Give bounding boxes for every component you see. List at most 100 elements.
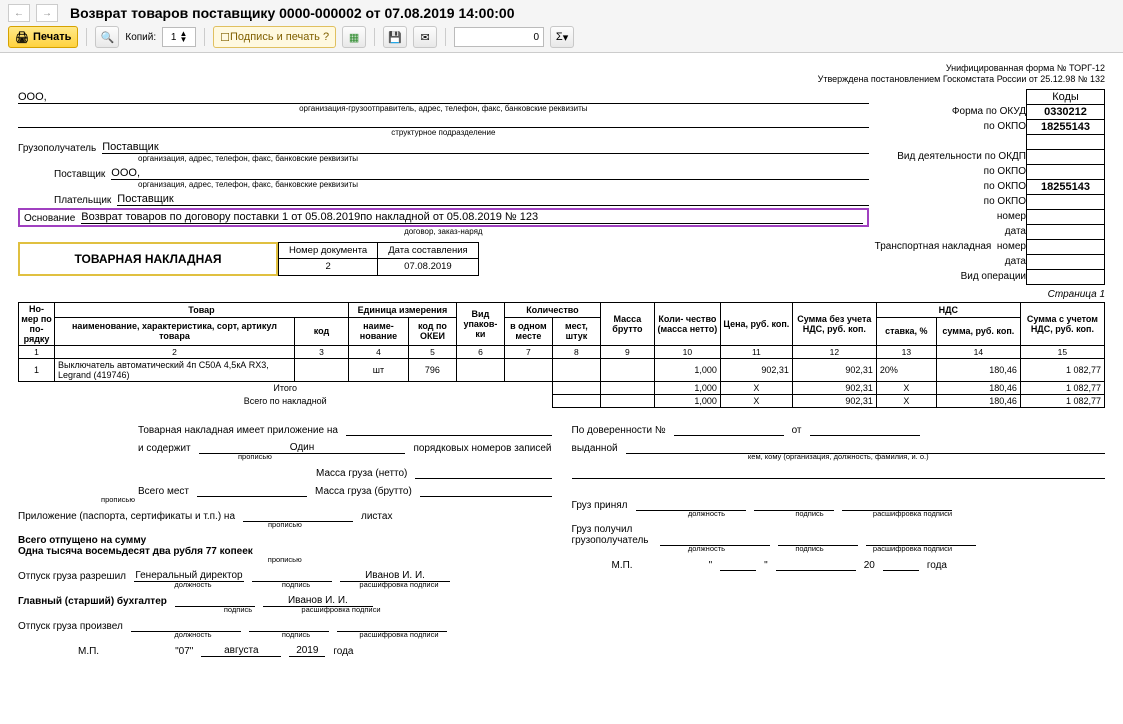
col-sums: Сумма с учетом НДС, руб. коп. bbox=[1020, 302, 1104, 345]
docnum-value: 2 bbox=[279, 259, 378, 276]
vsego-label: Всего по накладной bbox=[19, 394, 553, 407]
date-month: августа bbox=[201, 645, 281, 657]
podpis-5: подпись bbox=[770, 544, 850, 553]
gruz-label: Грузополучатель bbox=[18, 143, 102, 154]
gruz-sub: организация, адрес, телефон, факс, банко… bbox=[138, 154, 869, 163]
vid-oper-label: Вид операции bbox=[875, 269, 1027, 284]
codes-column: Коды Форма по ОКУД0330212 по ОКПО1825514… bbox=[875, 89, 1105, 285]
year20: 20 bbox=[864, 560, 875, 571]
okdp-label: Вид деятельности по ОКДП bbox=[875, 149, 1027, 164]
docnum-table: Номер документа Дата составления 2 07.08… bbox=[278, 242, 479, 276]
grid-button[interactable]: ▦ bbox=[342, 26, 366, 48]
col-kol-vm: в одном месте bbox=[504, 318, 552, 345]
podpis-2: подпись bbox=[198, 605, 278, 614]
copies-input[interactable]: 1▲▼ bbox=[162, 27, 196, 47]
col-ed-okei: код по ОКЕИ bbox=[408, 318, 456, 345]
podpis-4: подпись bbox=[770, 509, 850, 518]
pril-label: Товарная накладная имеет приложение на bbox=[138, 425, 338, 436]
date-header: Дата составления bbox=[378, 242, 478, 259]
col-kol: Количество bbox=[504, 302, 600, 318]
copies-label: Копий: bbox=[125, 32, 156, 43]
por-label: порядковых номеров записей bbox=[413, 443, 551, 454]
preview-button[interactable]: 🔍 bbox=[95, 26, 119, 48]
codes-header: Коды bbox=[1027, 89, 1105, 104]
okpo3-label: по ОКПО bbox=[875, 179, 1027, 194]
gruz-prinyal-label: Груз принял bbox=[572, 500, 628, 511]
okud-value: 0330212 bbox=[1027, 104, 1105, 119]
print-button[interactable]: 🖨Печать bbox=[8, 26, 78, 48]
org-value: ООО, bbox=[18, 91, 869, 104]
podpis-1: подпись bbox=[256, 580, 336, 589]
dolzh-2: должность bbox=[138, 630, 248, 639]
okpo4-label: по ОКПО bbox=[875, 194, 1027, 209]
doc-title-block: ТОВАРНАЯ НАКЛАДНАЯ bbox=[18, 242, 278, 276]
vydannoi-label: выданной bbox=[572, 443, 618, 454]
zero-field[interactable]: 0 bbox=[454, 27, 544, 47]
osn-value: Возврат товаров по договору поставки 1 о… bbox=[81, 211, 862, 224]
mp-left: М.П. bbox=[78, 646, 99, 657]
page-label: Страница 1 bbox=[18, 289, 1105, 300]
vsego-otp-label: Всего отпущено на сумму bbox=[18, 535, 552, 546]
trans-nakl-label: Транспортная накладная bbox=[875, 241, 992, 252]
col-nds: НДС bbox=[876, 302, 1020, 318]
sigma-button[interactable]: Σ▾ bbox=[550, 26, 574, 48]
col-cena: Цена, руб. коп. bbox=[720, 302, 792, 345]
rassh-1: расшифровка подписи bbox=[344, 580, 454, 589]
goda-2: года bbox=[927, 560, 947, 571]
document-title: Возврат товаров поставщику 0000-000002 о… bbox=[70, 5, 514, 21]
dolzh-1: должность bbox=[138, 580, 248, 589]
osnovanie-box: Основание Возврат товаров по договору по… bbox=[18, 208, 869, 227]
docnum-header: Номер документа bbox=[279, 242, 378, 259]
gl-buh-label: Главный (старший) бухгалтер bbox=[18, 596, 167, 607]
otp-proizvel-label: Отпуск груза произвел bbox=[18, 621, 123, 632]
document-body: Унифицированная форма № ТОРГ-12 Утвержде… bbox=[0, 53, 1123, 677]
col-kol-mest: мест, штук bbox=[552, 318, 600, 345]
okud-label: Форма по ОКУД bbox=[875, 104, 1027, 119]
col-tov-name: наименование, характеристика, сорт, арти… bbox=[54, 318, 294, 345]
gruz-value: Поставщик bbox=[102, 141, 868, 154]
sod-label: и содержит bbox=[138, 443, 191, 454]
goda-1: года bbox=[333, 646, 353, 657]
okpo2-label: по ОКПО bbox=[875, 164, 1027, 179]
sign-and-print-button[interactable]: ☐ Подпись и печать ? bbox=[213, 26, 336, 48]
plat-value: Поставщик bbox=[117, 193, 868, 206]
main-table: Но- мер по по- рядку Товар Единица измер… bbox=[18, 302, 1105, 408]
col-num: Но- мер по по- рядку bbox=[19, 302, 55, 345]
email-button[interactable]: ✉ bbox=[413, 26, 437, 48]
toolbar: ← → Возврат товаров поставщику 0000-0000… bbox=[0, 0, 1123, 53]
nav-forward-button[interactable]: → bbox=[36, 4, 58, 22]
propisyu-2: прописью bbox=[18, 495, 218, 504]
rassh-5: расшифровка подписи bbox=[858, 544, 968, 553]
col-nds-sum: сумма, руб. коп. bbox=[936, 318, 1020, 345]
nav-back-button[interactable]: ← bbox=[8, 4, 30, 22]
plat-label: Плательщик bbox=[54, 195, 117, 206]
ot-label: от bbox=[792, 425, 802, 436]
form-info-1: Унифицированная форма № ТОРГ-12 bbox=[818, 63, 1105, 74]
col-tovar: Товар bbox=[54, 302, 348, 318]
rassh-3: расшифровка подписи bbox=[344, 630, 454, 639]
table-row: 1 Выключатель автоматический 4п С50А 4,5… bbox=[19, 358, 1105, 381]
struct-sub: структурное подразделение bbox=[18, 128, 869, 137]
save-button[interactable]: 💾 bbox=[383, 26, 407, 48]
col-brutto: Масса брутто bbox=[600, 302, 654, 345]
podpis-3: подпись bbox=[256, 630, 336, 639]
dolzh-3: должность bbox=[652, 509, 762, 518]
nomer-label-1: номер bbox=[875, 209, 1027, 224]
date-day: "07" bbox=[175, 646, 193, 657]
mass-brutto-label: Масса груза (брутто) bbox=[315, 486, 412, 497]
gruz-poluchil-label: Груз получил грузополучатель bbox=[572, 524, 652, 546]
data-label-1: дата bbox=[875, 224, 1027, 239]
otp-razr-label: Отпуск груза разрешил bbox=[18, 571, 126, 582]
date-value: 07.08.2019 bbox=[378, 259, 478, 276]
okpo3-value: 18255143 bbox=[1027, 179, 1105, 194]
col-ed-name: наиме- нование bbox=[348, 318, 408, 345]
itogo-label: Итого bbox=[19, 381, 553, 394]
col-vid: Вид упаков- ки bbox=[456, 302, 504, 345]
col-nds-st: ставка, % bbox=[876, 318, 936, 345]
po-dover-label: По доверенности № bbox=[572, 425, 666, 436]
rassh-2: расшифровка подписи bbox=[286, 605, 396, 614]
listah-label: листах bbox=[361, 511, 392, 522]
pril2-label: Приложение (паспорта, сертификаты и т.п.… bbox=[18, 511, 235, 522]
form-info-2: Утверждена постановлением Госкомстата Ро… bbox=[818, 74, 1105, 85]
footer: Товарная накладная имеет приложение на и… bbox=[18, 418, 1105, 657]
